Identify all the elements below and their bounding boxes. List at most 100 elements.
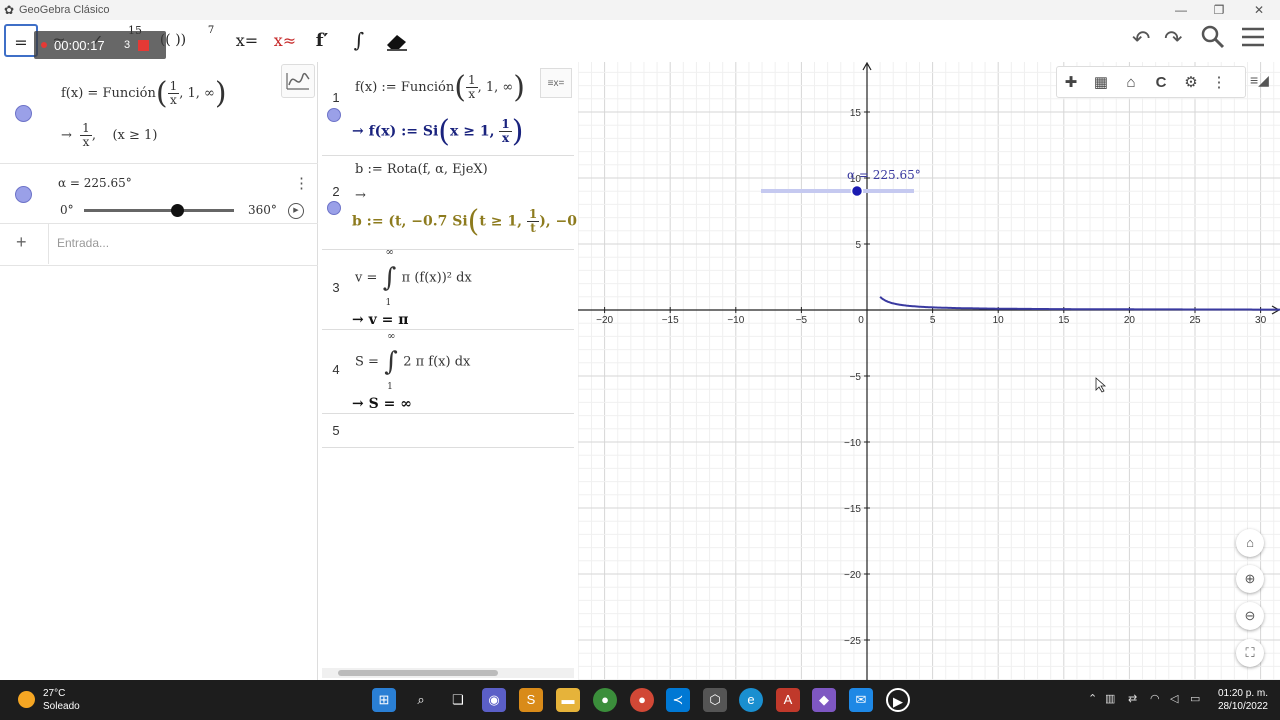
algebra-view: f(x) = Función(1 x, 1, ∞) → 1x, (x ≥ 1) α… bbox=[0, 62, 318, 680]
eraser-icon[interactable] bbox=[379, 24, 413, 57]
cas-row-2[interactable]: 2 b := Rota(f, α, EjeX) → b := (t, −0.7 … bbox=[322, 156, 601, 250]
algebra-toggle-icon[interactable]: ≡◢ bbox=[1250, 72, 1269, 89]
cas-input[interactable]: S = ∫ ∞ 1 2 π f(x) dx bbox=[355, 331, 470, 392]
graphics-canvas[interactable]: −20 −15 −10 −5 0 5 10 15 20 25 3015105−5−10−15−20−… bbox=[578, 62, 1280, 680]
cas-row-1[interactable]: 1 f(x) := Función(1 x, 1, ∞) → f(x) := Si… bbox=[322, 62, 574, 156]
chat-icon[interactable]: ◉ bbox=[482, 688, 506, 712]
geogebra-icon[interactable]: ⬡ bbox=[703, 688, 727, 712]
y-tick-label: 15 bbox=[850, 108, 862, 119]
file-explorer-icon[interactable]: ▬ bbox=[556, 688, 580, 712]
alpha-label: α = 225.65° bbox=[58, 176, 132, 190]
weather-widget[interactable]: 27°C Soleado bbox=[43, 687, 80, 713]
menu-icon[interactable] bbox=[1241, 26, 1265, 54]
redo-icon[interactable]: ↷ bbox=[1164, 26, 1182, 52]
graphics-view[interactable]: −20 −15 −10 −5 0 5 10 15 20 25 30 15 10 5 −5 −10 −15 −20−… bbox=[578, 62, 1280, 680]
screen-recorder-overlay: 00:00:17 3 bbox=[34, 31, 166, 59]
search-icon[interactable] bbox=[1200, 24, 1226, 57]
visibility-toggle[interactable] bbox=[15, 186, 32, 203]
row-number: 1 bbox=[322, 90, 350, 105]
y-tick-label: −5 bbox=[850, 372, 862, 383]
visual-studio-icon[interactable]: ◆ bbox=[812, 688, 836, 712]
media-player-icon[interactable]: ▶ bbox=[886, 688, 910, 712]
chevron-up-icon[interactable]: ⌃ bbox=[1088, 692, 1097, 705]
row-number: 2 bbox=[322, 184, 350, 199]
y-tick-label: −25 bbox=[844, 636, 861, 647]
cas-row-5[interactable]: 5 bbox=[322, 414, 574, 448]
cas-view: ≡x= 1 f(x) := Función(1 x, 1, ∞) → f(x) :… bbox=[322, 62, 601, 680]
mail-icon[interactable]: ✉ bbox=[849, 688, 873, 712]
fullscreen-icon[interactable]: ⛶ bbox=[1236, 639, 1264, 667]
grid-toggle-icon[interactable]: ▦ bbox=[1089, 72, 1113, 94]
algebra-row-alpha[interactable]: α = 225.65° ⋮ 0° 360° bbox=[0, 164, 318, 224]
f-input[interactable]: f(x) = Función(1 x, 1, ∞) bbox=[61, 76, 227, 111]
minimize-button[interactable]: — bbox=[1168, 1, 1194, 19]
x-tick-label: 15 bbox=[1058, 315, 1070, 326]
task-view-icon[interactable]: ❏ bbox=[446, 688, 470, 712]
add-icon[interactable]: + bbox=[16, 232, 27, 253]
axes-toggle-icon[interactable]: ✚ bbox=[1059, 72, 1083, 94]
visibility-toggle[interactable] bbox=[327, 201, 341, 215]
cas-input[interactable]: v = ∫ ∞ 1 π (f(x))² dx bbox=[355, 248, 472, 308]
wifi-icon[interactable]: ◠ bbox=[1150, 692, 1160, 705]
home-view-icon[interactable]: ⌂ bbox=[1236, 529, 1264, 557]
play-animation-icon[interactable]: ▶ bbox=[288, 203, 304, 219]
cas-input[interactable]: f(x) := Función(1 x, 1, ∞) bbox=[355, 70, 525, 105]
cas-row-4[interactable]: 4 S = ∫ ∞ 1 2 π f(x) dx → S = ∞ bbox=[322, 330, 574, 414]
chrome-profile-icon[interactable]: ● bbox=[630, 688, 654, 712]
clock[interactable]: 01:20 p. m. 28/10/2022 bbox=[1212, 687, 1268, 713]
x-tick-label: 10 bbox=[993, 315, 1005, 326]
visibility-toggle[interactable] bbox=[15, 105, 32, 122]
edge-icon[interactable]: e bbox=[739, 688, 763, 712]
tool-integral[interactable]: ∫ bbox=[342, 24, 376, 57]
tool-substitute[interactable]: 7 bbox=[194, 24, 228, 57]
vscode-icon[interactable]: ≺ bbox=[666, 688, 690, 712]
input-divider bbox=[48, 224, 49, 264]
algebra-row-f[interactable]: f(x) = Función(1 x, 1, ∞) → 1x, (x ≥ 1) bbox=[0, 62, 318, 164]
slider-min: 0° bbox=[60, 203, 74, 217]
app-icon[interactable]: A bbox=[776, 688, 800, 712]
x-tick-label: −20 bbox=[596, 315, 613, 326]
cas-row-3[interactable]: 3 v = ∫ ∞ 1 π (f(x))² dx → v = π bbox=[322, 248, 574, 330]
sync-icon[interactable]: ⇄ bbox=[1128, 692, 1137, 705]
main-toolbar: = ≈ ✓ 15 (( )) 7 x= x≈ f′ ∫ ↶ ↷ bbox=[0, 20, 1280, 62]
y-tick-label: −10 bbox=[844, 438, 861, 449]
cas-input[interactable]: b := Rota(f, α, EjeX) bbox=[355, 162, 488, 177]
maximize-button[interactable]: ❐ bbox=[1206, 1, 1232, 19]
f-output: → 1x, (x ≥ 1) bbox=[61, 121, 158, 149]
home-icon[interactable]: ⌂ bbox=[1119, 72, 1143, 94]
x-tick-label: 5 bbox=[930, 315, 936, 326]
algebra-input-row[interactable]: + Entrada... bbox=[0, 224, 318, 266]
cas-horizontal-scrollbar[interactable] bbox=[322, 668, 574, 678]
battery-icon[interactable]: ▭ bbox=[1190, 692, 1200, 705]
sun-icon[interactable] bbox=[18, 691, 35, 708]
windows-taskbar: 27°C Soleado ⊞ ⌕ ❏ ◉ S ▬ ● ● ≺ ⬡ e A ◆ ✉… bbox=[0, 680, 1280, 720]
sublime-icon[interactable]: S bbox=[519, 688, 543, 712]
settings-gear-icon[interactable]: ⚙ bbox=[1179, 72, 1203, 94]
zoom-out-icon[interactable]: ⊖ bbox=[1236, 602, 1264, 630]
zoom-in-icon[interactable]: ⊕ bbox=[1236, 565, 1264, 593]
tool-derivative[interactable]: f′ bbox=[305, 24, 339, 57]
alpha-slider-track[interactable] bbox=[84, 209, 234, 212]
start-icon[interactable]: ⊞ bbox=[372, 688, 396, 712]
chrome-icon[interactable]: ● bbox=[593, 688, 617, 712]
point-capturing-icon[interactable]: C bbox=[1149, 72, 1173, 94]
algebra-input[interactable]: Entrada... bbox=[57, 236, 109, 250]
network-icon[interactable]: ▥ bbox=[1105, 692, 1115, 705]
volume-icon[interactable]: ◁ bbox=[1170, 692, 1178, 705]
integral-sign: ∫ ∞ 1 bbox=[384, 331, 398, 392]
tool-evaluate[interactable]: = bbox=[4, 24, 38, 57]
x-tick-label: 20 bbox=[1124, 315, 1136, 326]
alpha-slider-knob[interactable] bbox=[171, 204, 184, 217]
close-button[interactable]: ✕ bbox=[1246, 1, 1272, 19]
visibility-toggle[interactable] bbox=[327, 108, 341, 122]
stop-recording-button[interactable] bbox=[138, 40, 149, 51]
tool-solve[interactable]: x= bbox=[230, 24, 264, 57]
more-options-icon[interactable]: ⋮ bbox=[1207, 72, 1231, 94]
search-icon[interactable]: ⌕ bbox=[409, 688, 433, 712]
scroll-thumb[interactable] bbox=[338, 670, 498, 676]
x-tick-label: −15 bbox=[662, 315, 679, 326]
tool-solve-numeric[interactable]: x≈ bbox=[268, 24, 302, 57]
undo-icon[interactable]: ↶ bbox=[1132, 26, 1150, 52]
more-options-icon[interactable]: ⋮ bbox=[294, 174, 309, 192]
y-tick-label: 5 bbox=[855, 240, 861, 251]
